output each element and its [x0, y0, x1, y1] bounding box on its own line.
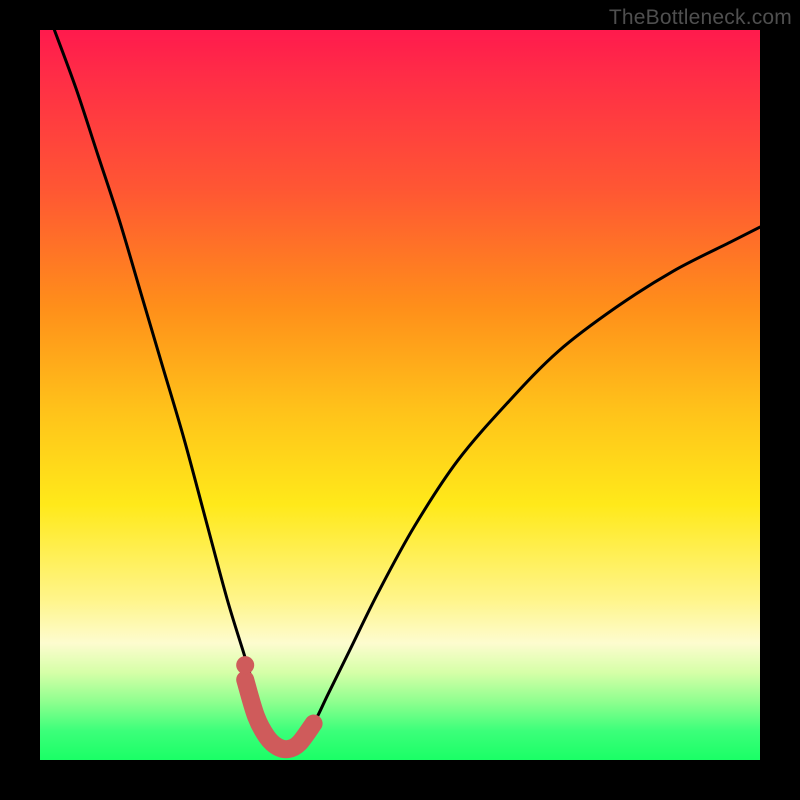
curve-layer [40, 30, 760, 760]
plot-area [40, 30, 760, 760]
watermark-text: TheBottleneck.com [609, 6, 792, 30]
optimal-range-band [245, 680, 313, 750]
chart-frame: TheBottleneck.com [0, 0, 800, 800]
highlight-dot [236, 656, 254, 674]
bottleneck-curve [54, 30, 760, 749]
